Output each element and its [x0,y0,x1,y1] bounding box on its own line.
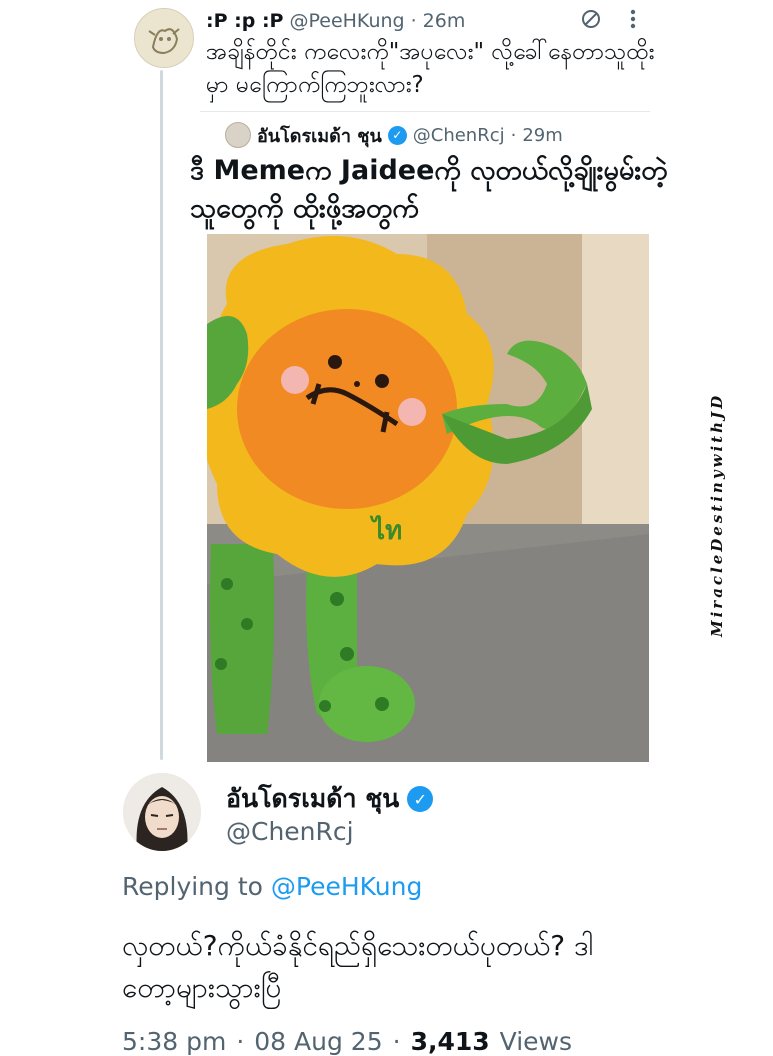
avatar[interactable] [134,8,194,68]
separator-dot: · [392,1027,401,1056]
tweet-date[interactable]: 08 Aug 25 [254,1027,382,1056]
quoted-timestamp: 29m [522,124,563,146]
quoted-tweet-header[interactable]: อันโดรเมด้า ชุน ✓ @ChenRcj · 29m [225,121,563,149]
main-tweet-header: อันโดรเมด้า ชุน ✓ [226,779,434,819]
quoted-display-name: อันโดรเมด้า ชุน [257,125,382,147]
watermark: MiracleDestinywithJD [708,392,726,638]
more-vertical-icon[interactable] [626,6,640,32]
mascot-photo: ไท [207,234,649,762]
replying-to: Replying to @PeeHKung [122,872,422,901]
verified-badge-icon: ✓ [407,786,434,812]
avatar[interactable] [123,773,201,851]
display-name[interactable]: :P :p :P [206,10,283,32]
replying-prefix: Replying to [122,872,263,901]
display-name[interactable]: อันโดรเมด้า ชุน [226,779,399,819]
replying-to-link[interactable]: @PeeHKung [271,872,422,901]
sketch-avatar-icon [135,9,193,67]
views-count: 3,413 [410,1027,490,1056]
views-label: Views [499,1027,572,1056]
tweet-text: အချိန်တိုင်း ကလေးကို"အပုလေး" လို့ခေါ်နေတ… [206,39,655,98]
tweet-header: :P :p :P @PeeHKung · 26m [206,8,465,34]
verified-badge-icon: ✓ [387,125,407,145]
quoted-avatar [225,122,251,148]
thread-connector-line [160,70,163,760]
user-handle[interactable]: @ChenRcj [226,817,354,846]
main-tweet-text: လှတယ်?ကိုယ်ခံနိုင်ရည်ရှိသေးတယ်ပုတယ်? ဒါတ… [122,929,594,1004]
separator-dot: · [410,10,417,32]
quoted-tweet-text: ဒီ Memeက Jaideeကို လုတယ်လို့ချိုးမွမ်းတဲ… [190,155,668,224]
tweet-meta: 5:38 pm · 08 Aug 25 · 3,413 Views [122,1027,572,1056]
separator-dot: · [510,124,517,146]
anime-avatar-icon [123,773,201,851]
timestamp[interactable]: 26m [423,10,466,32]
no-sign-icon[interactable] [578,6,604,32]
user-handle[interactable]: @PeeHKung [289,10,404,32]
mascot-logo: ไท [369,514,402,546]
separator-dot: · [236,1027,245,1056]
quote-divider [200,111,650,112]
quoted-handle: @ChenRcj [412,124,505,146]
quoted-tweet-image[interactable]: ไท [207,234,649,762]
tweet-time[interactable]: 5:38 pm [122,1027,226,1056]
